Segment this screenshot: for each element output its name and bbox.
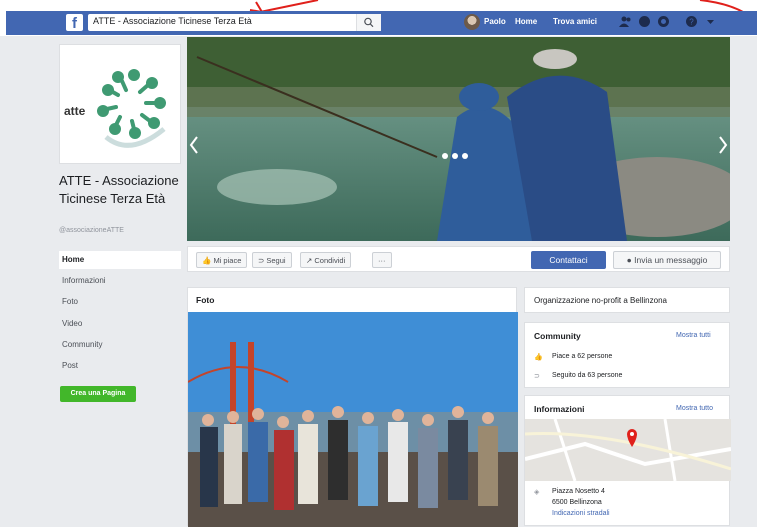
find-friends-link[interactable]: Trova amici bbox=[553, 17, 597, 26]
sidebar-item-post[interactable]: Post bbox=[59, 357, 181, 375]
sidebar-item-community[interactable]: Community bbox=[59, 336, 181, 354]
photos-card: Foto bbox=[187, 287, 518, 527]
facebook-logo-icon[interactable]: f bbox=[66, 14, 83, 32]
create-page-button[interactable]: Crea una Pagina bbox=[60, 386, 136, 402]
follow-label: Segui bbox=[266, 256, 286, 265]
address-line-2: 6500 Bellinzona bbox=[552, 499, 602, 506]
address-line-1: Piazza Nosetto 4 bbox=[552, 488, 605, 495]
page-profile-picture[interactable]: atte bbox=[59, 44, 181, 164]
send-message-button[interactable]: ● Invia un messaggio bbox=[613, 251, 721, 269]
notifications-icon[interactable] bbox=[657, 15, 670, 28]
like-label: Mi piace bbox=[213, 256, 242, 265]
sidebar-item-informazioni[interactable]: Informazioni bbox=[59, 272, 181, 290]
contact-button[interactable]: Contattaci bbox=[531, 251, 606, 269]
search-input[interactable]: ATTE - Associazione Ticinese Terza Età bbox=[88, 14, 381, 31]
share-button[interactable]: ↗ Condividi bbox=[300, 252, 352, 268]
logo-text: atte bbox=[64, 104, 86, 118]
location-icon: ◈ bbox=[534, 489, 540, 496]
page-title: ATTE - Associazione Ticinese Terza Età bbox=[59, 173, 179, 206]
page-category[interactable]: Organizzazione no-profit a Bellinzona bbox=[534, 296, 667, 305]
category-card: Organizzazione no-profit a Bellinzona bbox=[524, 287, 730, 313]
atte-logo: atte bbox=[64, 69, 166, 148]
share-label: Condividi bbox=[314, 256, 346, 265]
follow-icon: ⊃ bbox=[534, 373, 540, 380]
send-message-label: Invia un messaggio bbox=[634, 255, 708, 265]
info-see-all-link[interactable]: Mostra tutto bbox=[676, 405, 713, 412]
facebook-navbar: f ATTE - Associazione Ticinese Terza Età… bbox=[6, 11, 757, 35]
community-see-all-link[interactable]: Mostra tutti bbox=[676, 332, 711, 339]
svg-text:?: ? bbox=[689, 18, 694, 27]
avatar[interactable] bbox=[464, 14, 480, 30]
page-handle[interactable]: @associazioneATTE bbox=[59, 227, 124, 234]
help-icon[interactable]: ? bbox=[685, 15, 698, 28]
like-button[interactable]: 👍 Mi piace bbox=[196, 252, 248, 268]
search-button[interactable] bbox=[356, 14, 381, 31]
messenger-icon[interactable] bbox=[638, 15, 651, 28]
more-button[interactable]: ··· bbox=[372, 252, 392, 268]
sidebar-item-home[interactable]: Home bbox=[59, 251, 181, 269]
cover-photo[interactable] bbox=[187, 37, 730, 241]
like-icon: 👍 bbox=[534, 354, 543, 361]
photos-title: Foto bbox=[196, 295, 215, 305]
search-value: ATTE - Associazione Ticinese Terza Età bbox=[93, 16, 252, 26]
follow-button[interactable]: ⊃ Segui bbox=[252, 252, 292, 268]
followers-count: Seguito da 63 persone bbox=[552, 372, 623, 379]
community-card: Community Mostra tutti 👍 Piace a 62 pers… bbox=[524, 322, 730, 388]
info-title: Informazioni bbox=[534, 404, 585, 414]
sidebar-item-foto[interactable]: Foto bbox=[59, 293, 181, 311]
home-link[interactable]: Home bbox=[515, 17, 537, 26]
profile-link[interactable]: Paolo bbox=[484, 17, 506, 26]
search-icon bbox=[364, 17, 374, 28]
location-map[interactable] bbox=[525, 419, 731, 481]
community-title: Community bbox=[534, 331, 581, 341]
friend-requests-icon[interactable] bbox=[619, 15, 632, 28]
cover-photo-image bbox=[187, 37, 730, 241]
likes-count: Piace a 62 persone bbox=[552, 353, 613, 360]
chevron-down-icon[interactable] bbox=[704, 15, 717, 28]
directions-link[interactable]: Indicazioni stradali bbox=[552, 510, 610, 517]
group-photo[interactable] bbox=[188, 312, 518, 527]
sidebar-item-video[interactable]: Video bbox=[59, 315, 181, 333]
info-card: Informazioni Mostra tutto ◈ Piazza Noset… bbox=[524, 395, 731, 526]
